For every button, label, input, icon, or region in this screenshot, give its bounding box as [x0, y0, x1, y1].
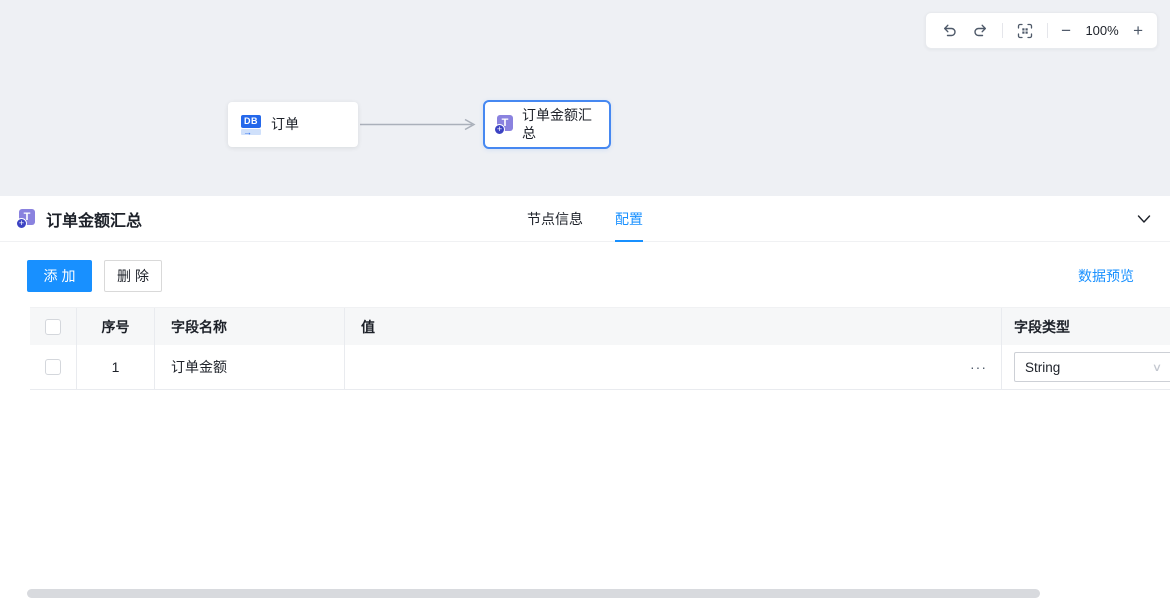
database-icon: DB →	[241, 115, 261, 135]
zoom-level: 100%	[1084, 23, 1120, 38]
fit-view-icon	[1017, 23, 1033, 39]
edge-connector	[360, 118, 484, 131]
undo-button[interactable]	[940, 22, 958, 40]
zoom-in-button[interactable]: +	[1133, 22, 1143, 40]
flow-canvas[interactable]: DB → 订单 T + 订单金额汇总	[0, 0, 1170, 196]
node-detail-panel: T + 订单金额汇总 节点信息 配置 添加 删除 数据预览 序号 字段名称 值	[0, 196, 1170, 600]
tab-node-info[interactable]: 节点信息	[527, 196, 583, 242]
db-arrow-icon: →	[241, 129, 261, 135]
panel-header: T + 订单金额汇总 节点信息 配置	[0, 196, 1170, 242]
collapse-panel-button[interactable]	[1136, 211, 1152, 227]
redo-icon	[972, 23, 989, 39]
canvas-toolbar: − 100% +	[925, 12, 1158, 49]
column-header-field-type: 字段类型	[1002, 308, 1170, 345]
table-header-row: 序号 字段名称 值 字段类型	[30, 307, 1170, 345]
node-label: 订单	[271, 116, 299, 134]
column-header-value: 值	[345, 308, 1002, 345]
row-type-cell: String ∨	[1002, 345, 1170, 389]
db-badge: DB	[241, 115, 261, 128]
horizontal-scrollbar[interactable]	[27, 589, 1040, 598]
undo-icon	[941, 23, 958, 39]
chevron-down-icon	[1136, 211, 1152, 227]
chevron-down-icon: ∨	[1152, 361, 1162, 374]
data-preview-link[interactable]: 数据预览	[1078, 266, 1134, 286]
row-value-cell: ···	[345, 345, 1002, 389]
fit-view-button[interactable]	[1016, 22, 1034, 40]
tab-config[interactable]: 配置	[615, 196, 643, 242]
delete-button[interactable]: 删除	[104, 260, 162, 292]
node-order-source[interactable]: DB → 订单	[228, 102, 358, 147]
toolbar-divider	[1002, 23, 1003, 38]
row-field-name: 订单金额	[155, 345, 345, 389]
field-type-select[interactable]: String ∨	[1014, 352, 1170, 382]
panel-title: 订单金额汇总	[46, 207, 142, 231]
plus-badge-icon: +	[494, 124, 505, 135]
node-label: 订单金额汇总	[522, 107, 598, 142]
column-header-field-name: 字段名称	[155, 308, 345, 345]
zoom-out-button[interactable]: −	[1061, 22, 1071, 40]
field-type-value: String	[1025, 360, 1060, 375]
plus-badge-icon: +	[16, 218, 27, 229]
delete-button-label: 删除	[117, 266, 153, 286]
more-options-icon[interactable]: ···	[970, 362, 987, 372]
transform-icon: T +	[494, 115, 514, 135]
row-index: 1	[77, 345, 155, 389]
toolbar-divider	[1047, 23, 1048, 38]
transform-icon: T +	[16, 209, 36, 229]
table-actions-row: 添加 删除 数据预览	[27, 260, 1134, 292]
select-all-checkbox[interactable]	[45, 319, 61, 335]
row-checkbox[interactable]	[45, 359, 61, 375]
add-button[interactable]: 添加	[27, 260, 92, 292]
add-button-label: 添加	[44, 266, 80, 286]
redo-button[interactable]	[971, 22, 989, 40]
node-order-amount-summary[interactable]: T + 订单金额汇总	[483, 100, 611, 149]
panel-tabs: 节点信息 配置	[527, 196, 643, 242]
column-header-index: 序号	[77, 308, 155, 345]
table-row: 1 订单金额 ··· String ∨	[30, 345, 1170, 390]
fields-table: 序号 字段名称 值 字段类型 1 订单金额 ··· String ∨	[30, 307, 1170, 390]
